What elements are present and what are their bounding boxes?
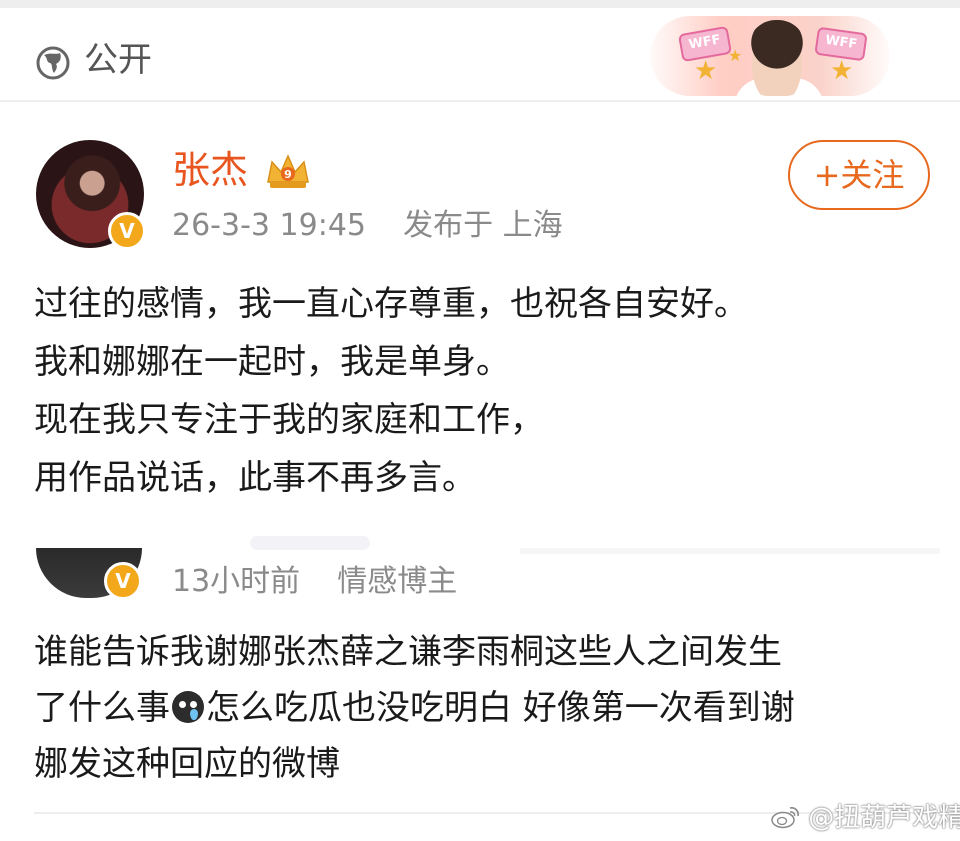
watermark: @扭葫芦戏精 xyxy=(770,800,960,836)
post-text-line: 我和娜娜在一起时，我是单身。 xyxy=(34,342,510,382)
visibility-label[interactable]: 公开 xyxy=(84,38,152,82)
follow-button[interactable]: +关注 xyxy=(788,140,930,210)
post-location: 发布于 上海 xyxy=(403,208,563,243)
comment-text-line: 谁能告诉我谢娜张杰薛之谦李雨桐这些人之间发生 xyxy=(34,632,782,672)
faint-divider xyxy=(250,536,370,550)
verified-badge-icon: V xyxy=(104,562,142,600)
watermark-text: @扭葫芦戏精 xyxy=(808,803,960,833)
globe-icon xyxy=(36,46,70,80)
comment-text-line: 娜发这种回应的微博 xyxy=(34,744,340,784)
decorative-banner: WFF WFF ★ ★ ★ xyxy=(650,16,890,96)
star-icon: ★ xyxy=(694,56,718,86)
post-text-line: 现在我只专注于我的家庭和工作， xyxy=(34,400,544,440)
comment-body: 谁能告诉我谢娜张杰薛之谦李雨桐这些人之间发生 了什么事 怎么吃瓜也没吃明白 好像第… xyxy=(34,624,934,792)
comment-time: 13小时前 xyxy=(172,564,301,599)
comment-text-line: 了什么事 怎么吃瓜也没吃明白 好像第一次看到谢 xyxy=(34,680,934,736)
post-text-line: 用作品说话，此事不再多言。 xyxy=(34,458,476,498)
post-text-line: 过往的感情，我一直心存尊重，也祝各自安好。 xyxy=(34,284,748,324)
star-icon: ★ xyxy=(830,56,854,86)
star-icon: ★ xyxy=(728,46,743,65)
comment-user-tag: 情感博主 xyxy=(337,564,458,599)
faint-divider xyxy=(520,548,940,554)
member-level-number: 9 xyxy=(284,168,292,181)
post-meta: 26-3-3 19:45 发布于 上海 xyxy=(172,206,563,246)
verified-badge-icon: V xyxy=(108,212,146,250)
comment-text-segment: 了什么事 xyxy=(34,688,170,728)
author-name[interactable]: 张杰 xyxy=(172,146,248,194)
banner-figure xyxy=(748,20,806,96)
comment-text-segment: 怎么吃瓜也没吃明白 好像第一次看到谢 xyxy=(206,688,795,728)
post-timestamp: 26-3-3 19:45 xyxy=(172,208,366,243)
weibo-logo-icon xyxy=(771,807,799,829)
crown-level-icon: 9 xyxy=(267,154,309,188)
visibility-bar: 公开 WFF WFF ★ ★ ★ xyxy=(0,8,960,102)
weibo-post-screen: 公开 WFF WFF ★ ★ ★ V 张杰 9 26-3-3 19:45 发布于… xyxy=(0,0,960,841)
comment-meta: 13小时前 情感博主 xyxy=(172,562,457,602)
top-strip xyxy=(0,0,960,8)
crying-emoji-icon xyxy=(172,691,204,723)
post-body: 过往的感情，我一直心存尊重，也祝各自安好。 我和娜娜在一起时，我是单身。 现在我… xyxy=(34,275,934,507)
